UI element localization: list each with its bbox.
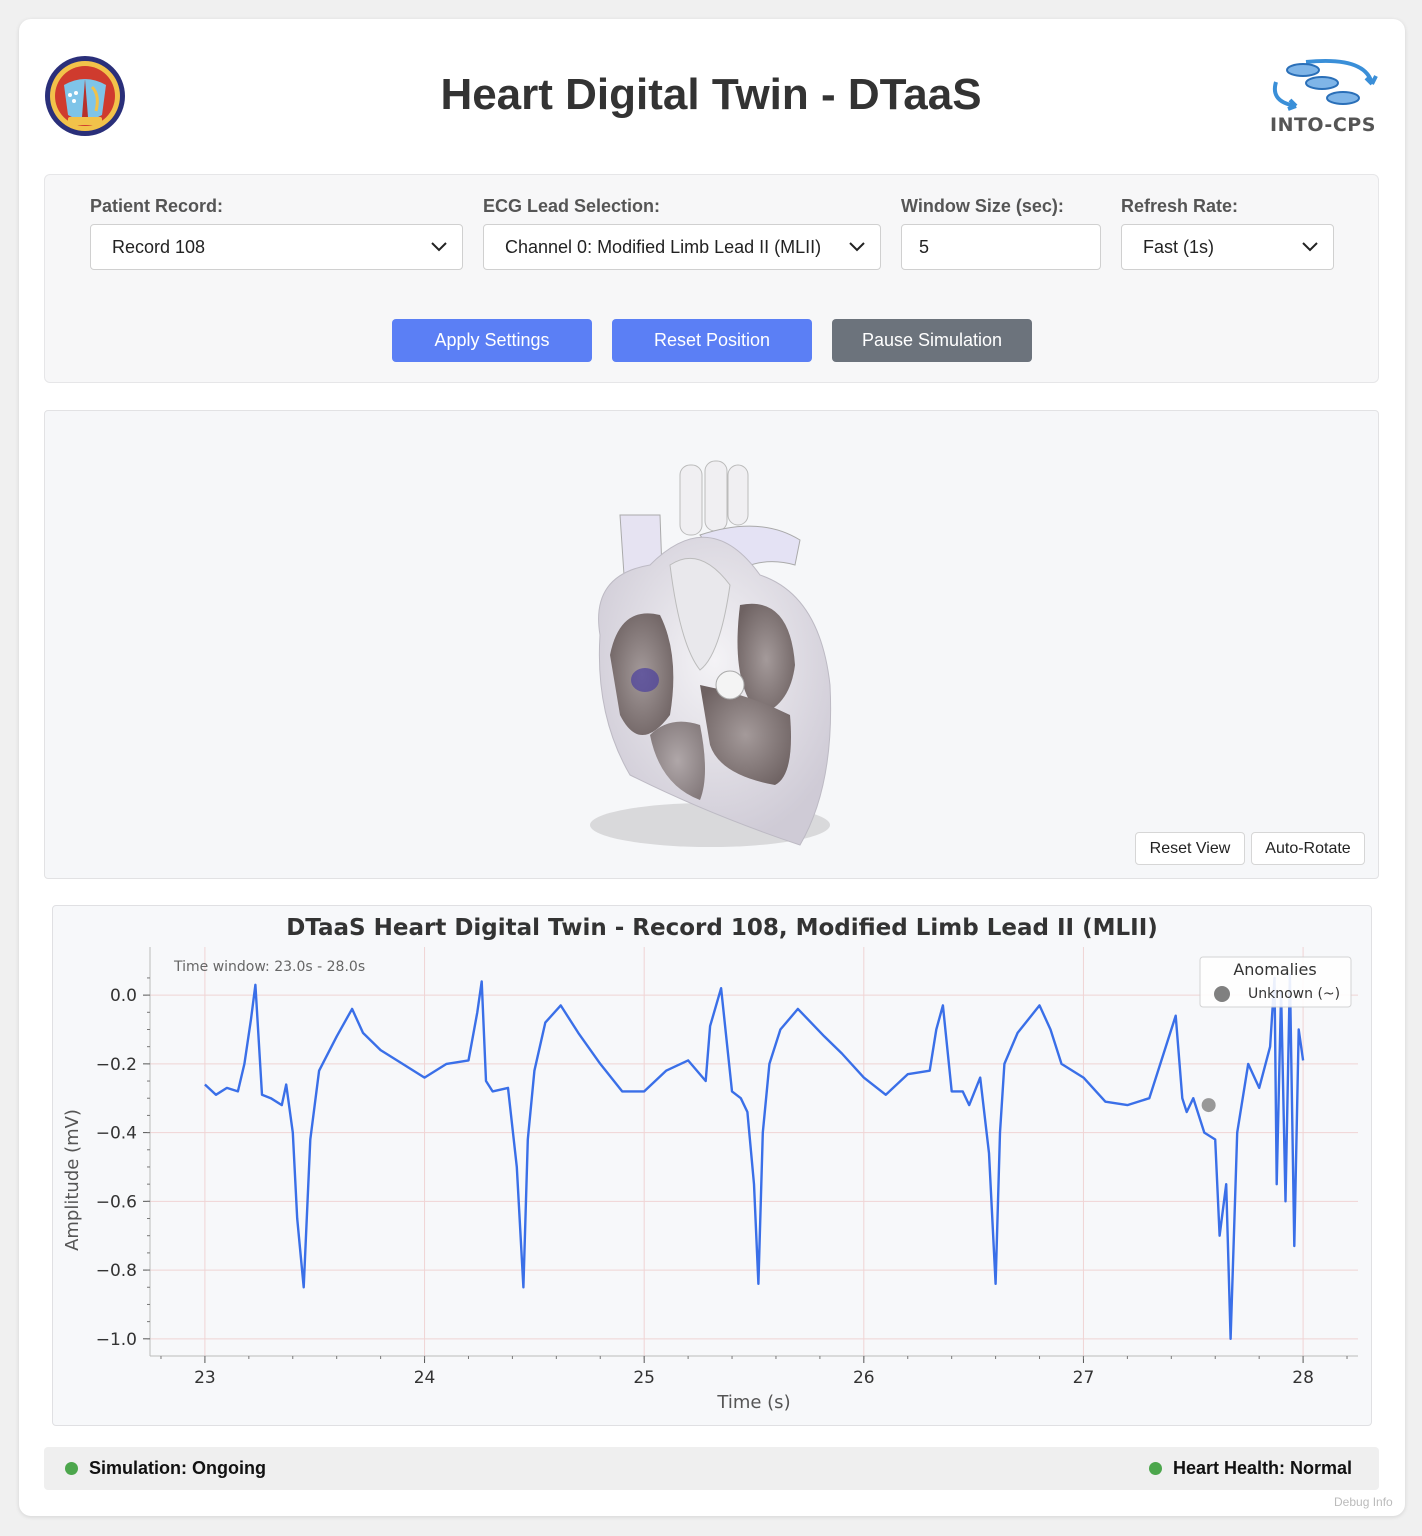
- refresh-rate-select[interactable]: Fast (1s): [1121, 224, 1334, 270]
- chevron-down-icon: [431, 242, 447, 252]
- chart-legend: Anomalies Unknown (~): [1199, 956, 1352, 1008]
- patient-record-label: Patient Record:: [90, 196, 224, 216]
- reset-position-button[interactable]: Reset Position: [612, 319, 812, 362]
- anomaly-point: [1201, 1098, 1216, 1113]
- y-tick-labels: 0.0 −0.2 −0.4 −0.6 −0.8 −1.0: [96, 986, 137, 1350]
- reset-view-button[interactable]: Reset View: [1135, 832, 1245, 865]
- anomaly-points: [1201, 1098, 1216, 1113]
- patient-record-value: Record 108: [112, 237, 206, 257]
- ecg-lead-select[interactable]: Channel 0: Modified Limb Lead II (MLII): [483, 224, 881, 270]
- status-dot-icon: [1149, 1462, 1162, 1475]
- x-tick-label: 26: [853, 1368, 875, 1388]
- legend-label-unknown: Unknown (~): [1248, 986, 1340, 1002]
- window-size-label: Window Size (sec):: [901, 196, 1064, 216]
- legend-title: Anomalies: [1233, 960, 1316, 979]
- window-size-input[interactable]: 5: [901, 224, 1101, 270]
- chart-grid: [150, 947, 1358, 1356]
- y-tick-label: −1.0: [96, 1330, 137, 1350]
- into-cps-logo: INTO-CPS: [1266, 54, 1378, 138]
- refresh-rate-label: Refresh Rate:: [1121, 196, 1239, 216]
- y-tick-label: 0.0: [110, 986, 137, 1006]
- x-tick-label: 28: [1292, 1368, 1314, 1388]
- ecg-lead-value: Channel 0: Modified Limb Lead II (MLII): [505, 237, 822, 257]
- x-tick-labels: 23 24 25 26 27 28: [194, 1368, 1314, 1388]
- window-size-value: 5: [919, 237, 930, 257]
- chevron-down-icon: [849, 242, 865, 252]
- apply-settings-button[interactable]: Apply Settings: [392, 319, 592, 362]
- y-tick-label: −0.8: [96, 1261, 137, 1281]
- chevron-down-icon: [1302, 242, 1318, 252]
- simulation-status-text: Simulation: Ongoing: [89, 1458, 266, 1478]
- ecg-lead-label: ECG Lead Selection:: [483, 196, 661, 216]
- patient-record-select[interactable]: Record 108: [90, 224, 463, 270]
- debug-info-link[interactable]: Debug Info: [1334, 1495, 1393, 1509]
- heart-health-status: Heart Health: Normal: [1149, 1458, 1352, 1479]
- y-axis-label: Amplitude (mV): [62, 1109, 83, 1251]
- x-tick-label: 24: [414, 1368, 436, 1388]
- x-tick-label: 25: [633, 1368, 655, 1388]
- refresh-rate-value: Fast (1s): [1143, 237, 1215, 257]
- x-tick-label: 23: [194, 1368, 216, 1388]
- ecg-chart: 0.0 −0.2 −0.4 −0.6 −0.8 −1.0 23 24 25 26 27 28 Tim…: [62, 947, 1358, 1413]
- simulation-status: Simulation: Ongoing: [65, 1458, 266, 1479]
- x-axis-label: Time (s): [716, 1392, 790, 1413]
- y-tick-label: −0.4: [96, 1124, 137, 1144]
- heart-model[interactable]: [560, 455, 860, 855]
- into-cps-text: INTO-CPS: [1270, 114, 1376, 136]
- status-dot-icon: [65, 1462, 78, 1475]
- heart-health-text: Heart Health: Normal: [1173, 1458, 1353, 1478]
- page-title: Heart Digital Twin - DTaaS: [440, 70, 982, 119]
- legend-marker-unknown: [1214, 986, 1230, 1002]
- pause-simulation-button[interactable]: Pause Simulation: [832, 319, 1032, 362]
- ecg-series-line: [204, 973, 1305, 1340]
- x-tick-label: 27: [1073, 1368, 1095, 1388]
- y-tick-label: −0.2: [96, 1055, 137, 1075]
- time-window-annotation: Time window: 23.0s - 28.0s: [173, 959, 365, 975]
- y-tick-label: −0.6: [96, 1192, 137, 1212]
- into-cps-icon: [1273, 58, 1378, 111]
- auto-rotate-button[interactable]: Auto-Rotate: [1251, 832, 1365, 865]
